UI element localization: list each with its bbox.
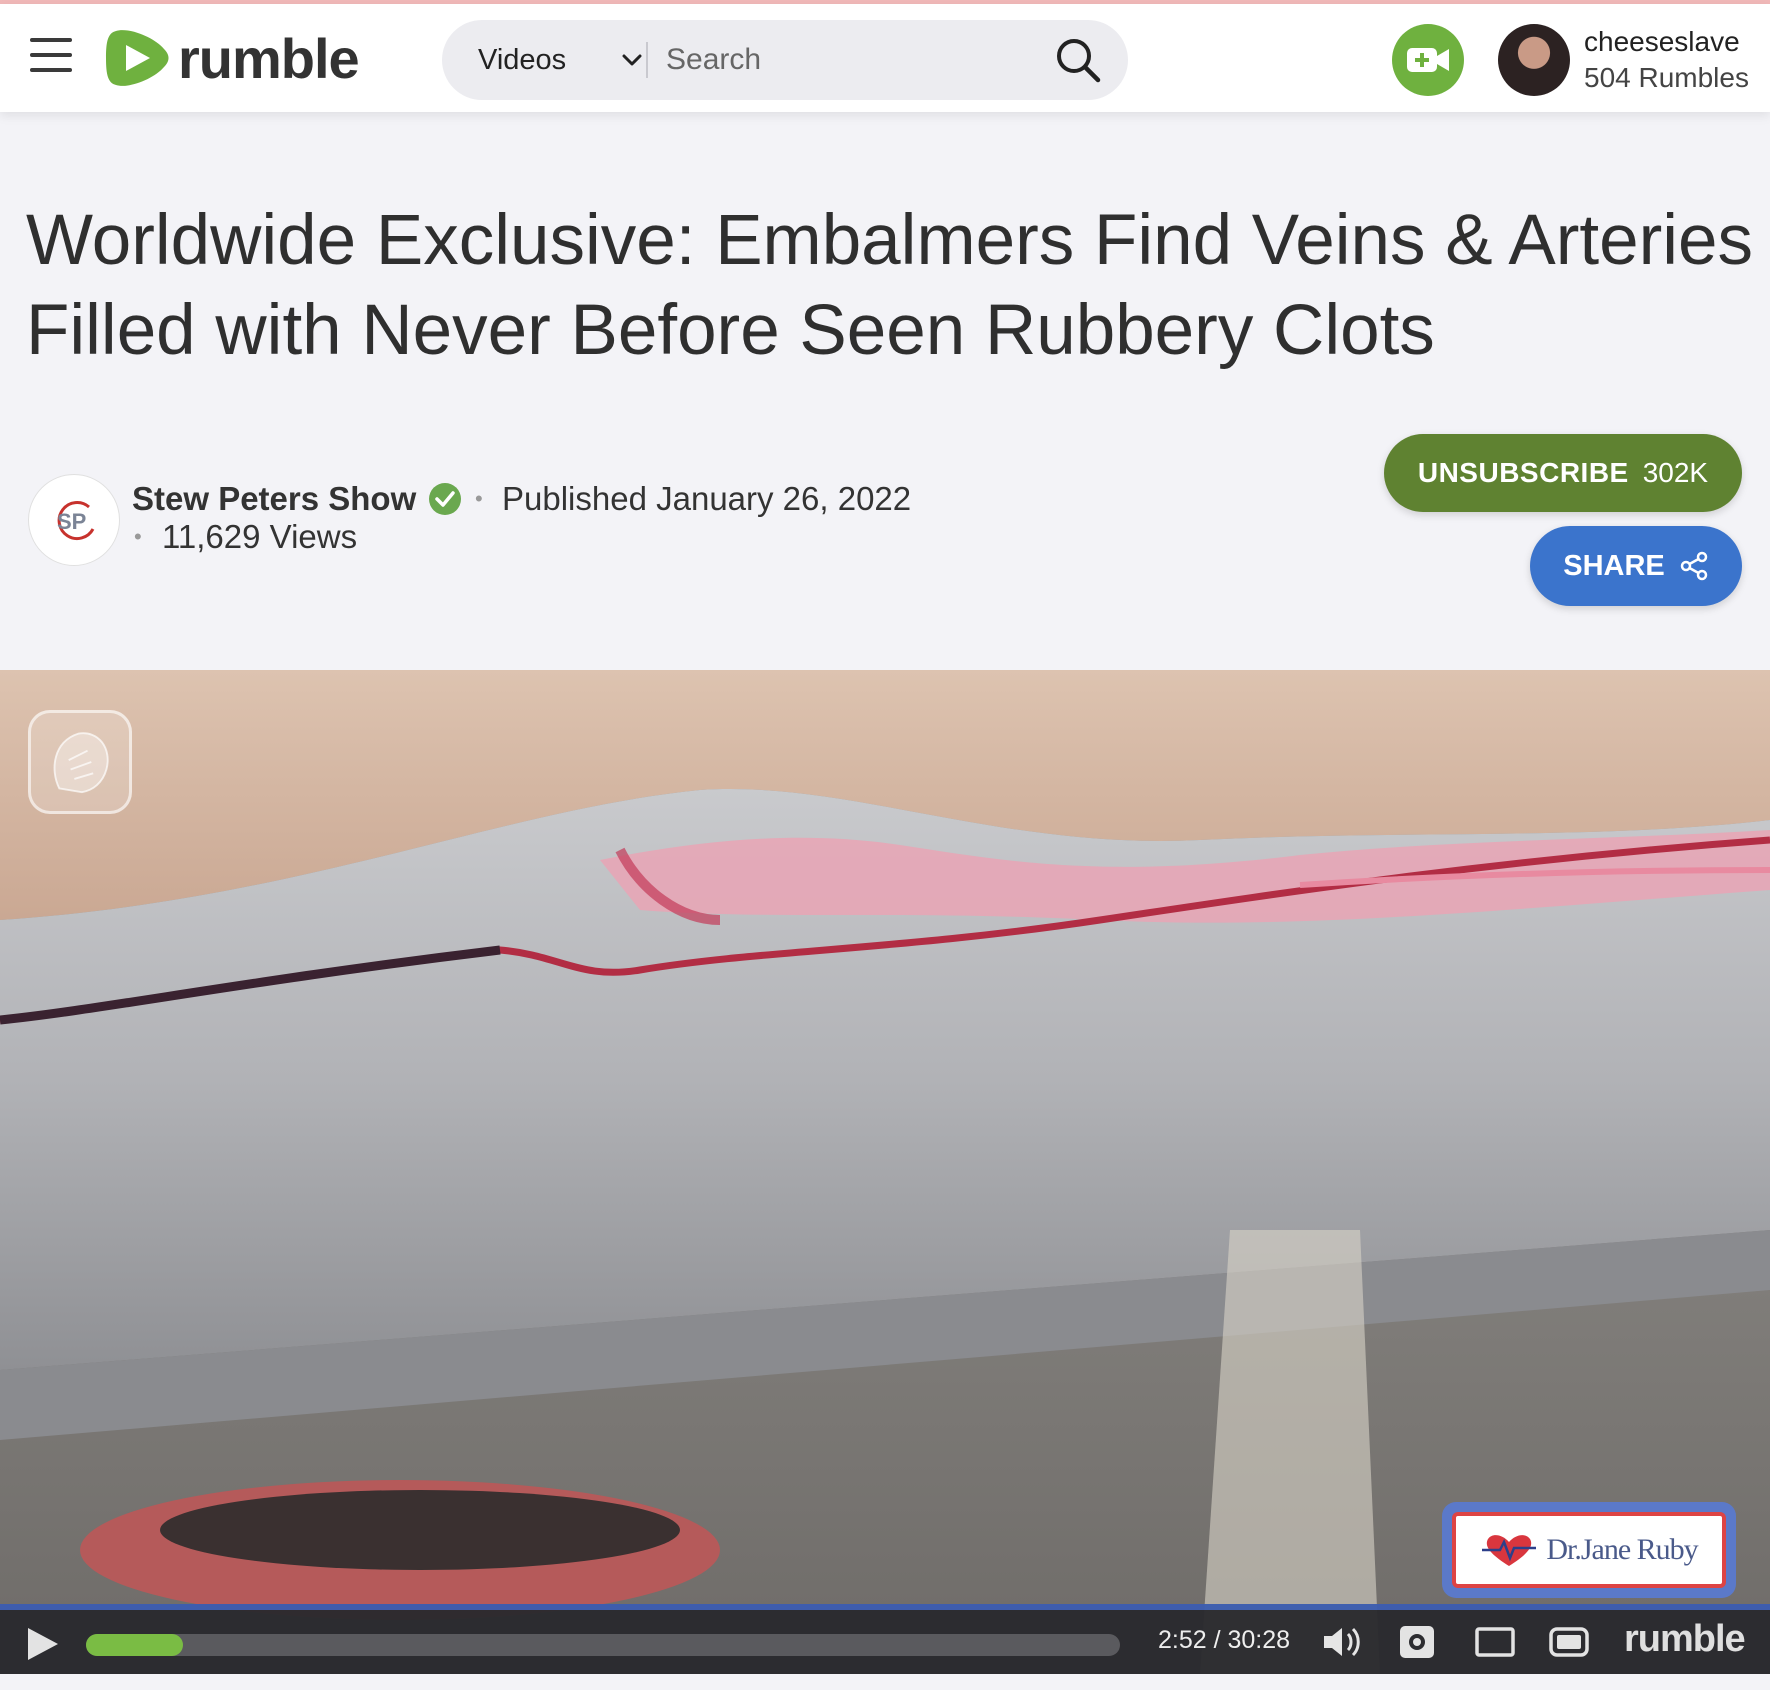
user-avatar[interactable]: [1498, 24, 1570, 96]
chevron-down-icon[interactable]: [620, 48, 644, 72]
svg-text:SP: SP: [57, 509, 86, 534]
theater-mode-icon[interactable]: [1474, 1624, 1516, 1660]
unsubscribe-button[interactable]: UNSUBSCRIBE 302K: [1384, 434, 1742, 512]
verified-badge-icon: [429, 483, 461, 515]
search-input[interactable]: [666, 30, 1046, 90]
channel-avatar[interactable]: SP: [28, 474, 120, 566]
view-count: 11,629 Views: [162, 518, 358, 555]
separator-dot: •: [134, 524, 142, 549]
separator-dot: •: [475, 486, 483, 511]
play-icon[interactable]: [24, 1624, 62, 1664]
subscriber-count: 302K: [1642, 457, 1709, 488]
dr-jane-ruby-text: Dr.Jane Ruby: [1546, 1533, 1698, 1566]
hamburger-menu-icon[interactable]: [30, 38, 72, 78]
channel-name[interactable]: Stew Peters Show: [132, 480, 416, 518]
lion-watermark-logo: [28, 710, 132, 814]
unsubscribe-label: UNSUBSCRIBE: [1417, 457, 1629, 488]
search-bar: Videos: [442, 20, 1128, 100]
player-controls: 2:52 / 30:28 rumble: [0, 1604, 1770, 1674]
share-icon: [1680, 551, 1707, 581]
user-name[interactable]: cheeseslave: [1584, 26, 1740, 58]
video-player[interactable]: Dr.Jane Ruby 2:52 / 30:28 rumble: [0, 670, 1770, 1674]
dr-jane-ruby-overlay: Dr.Jane Ruby: [1442, 1502, 1736, 1598]
site-header: rumble Videos cheeseslave 504 Rumbles: [0, 4, 1770, 112]
share-label: SHARE: [1563, 549, 1665, 582]
search-category-select[interactable]: Videos: [478, 20, 566, 100]
settings-gear-icon[interactable]: [1396, 1624, 1438, 1660]
search-divider: [646, 42, 648, 78]
upload-video-button[interactable]: [1392, 24, 1464, 96]
player-rumble-logo[interactable]: rumble: [1624, 1618, 1746, 1661]
playback-time: 2:52 / 30:28: [1158, 1626, 1291, 1654]
rumble-logo[interactable]: rumble: [104, 22, 360, 94]
video-camera-plus-icon: [1407, 48, 1449, 72]
search-icon[interactable]: [1052, 34, 1104, 86]
video-title: Worldwide Exclusive: Embalmers Find Vein…: [26, 201, 1753, 370]
rumble-play-logo-icon: [106, 30, 169, 86]
publish-date: Published January 26, 2022: [502, 480, 912, 517]
progress-bar[interactable]: [86, 1634, 1120, 1656]
volume-icon[interactable]: [1320, 1624, 1362, 1660]
user-rumbles-count: 504 Rumbles: [1584, 62, 1749, 93]
logo-wordmark: rumble: [178, 26, 360, 90]
share-button[interactable]: SHARE: [1530, 526, 1742, 606]
channel-logo-icon: SP: [57, 501, 95, 540]
progress-fill: [86, 1634, 184, 1656]
heart-logo-icon: [1482, 1535, 1537, 1566]
fullscreen-icon[interactable]: [1548, 1624, 1590, 1660]
